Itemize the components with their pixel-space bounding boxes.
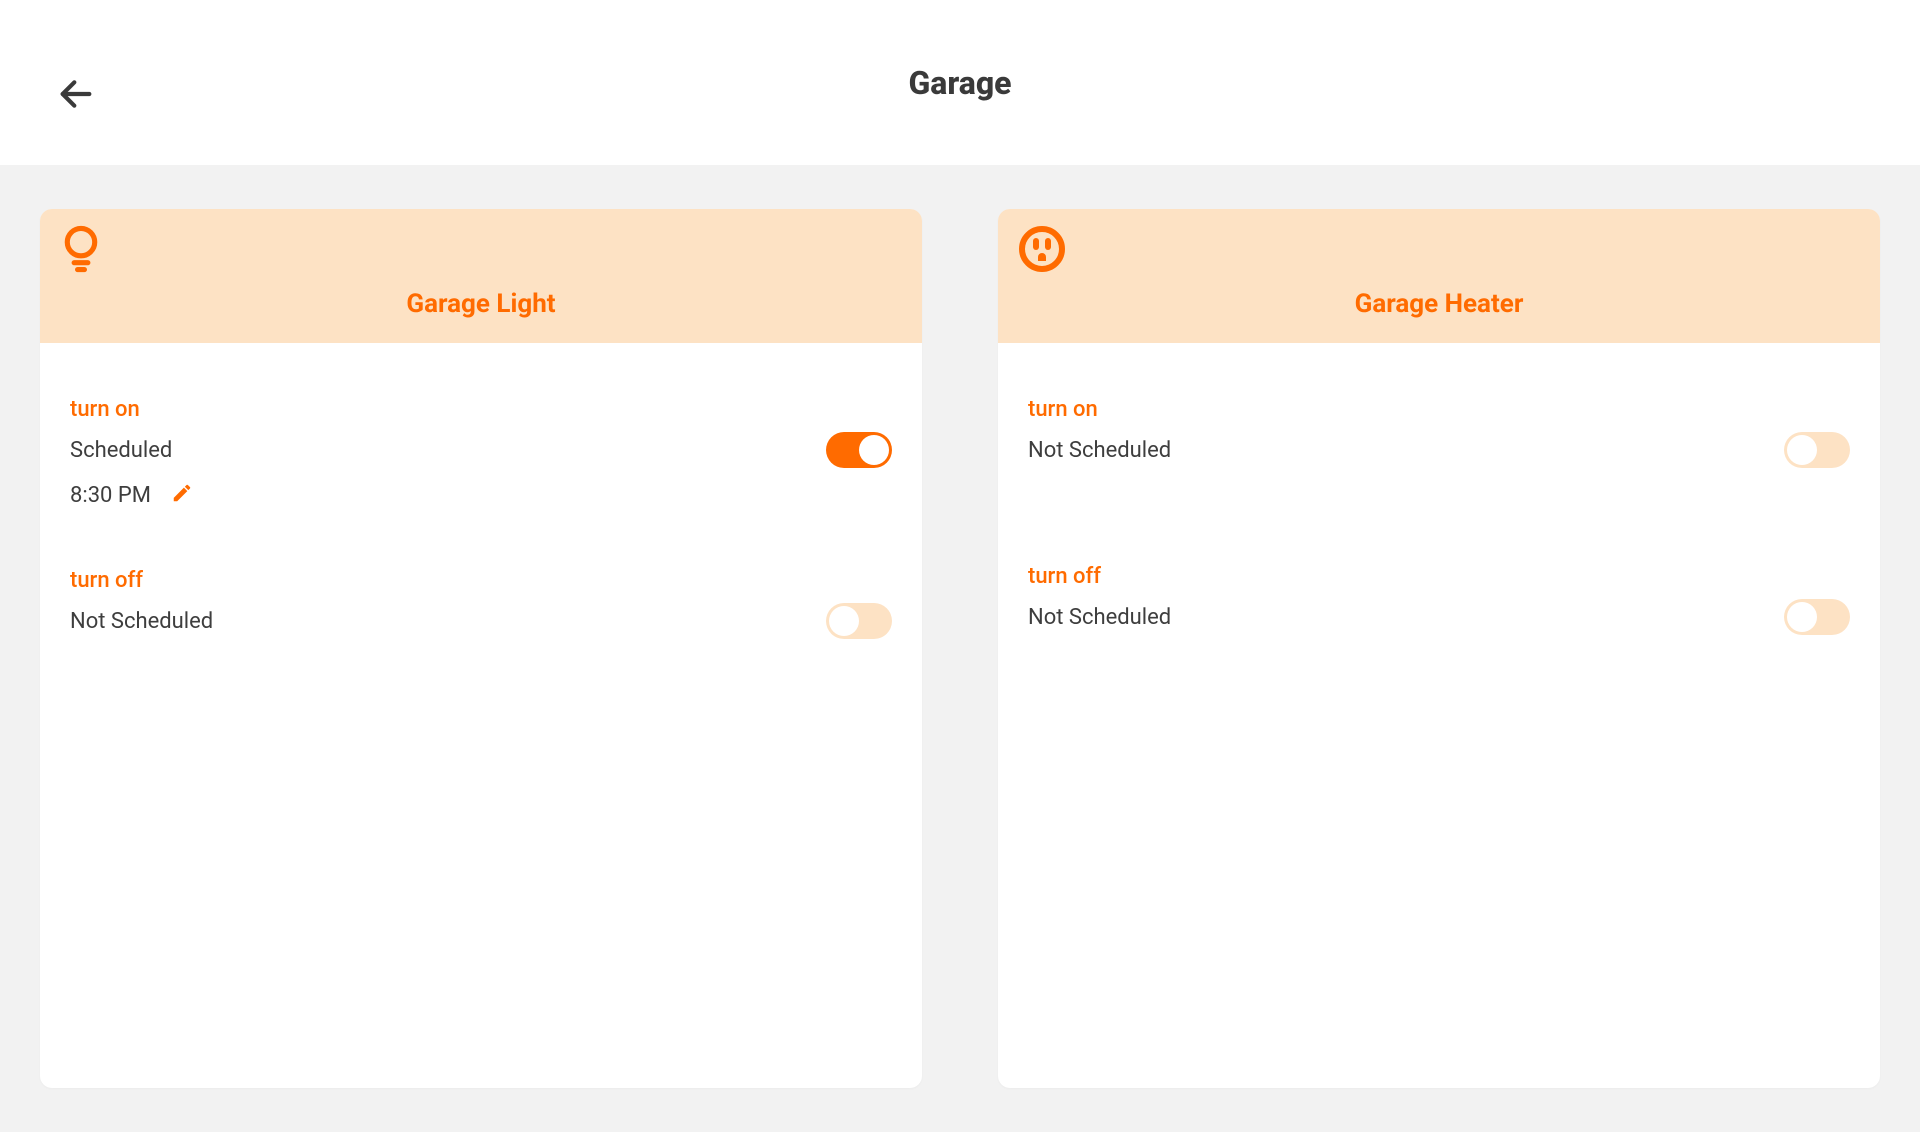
turn-off-label: turn off [1028,564,1850,589]
turn-off-block: turn off Not Scheduled [1028,564,1850,635]
turn-on-status: Scheduled [70,438,172,463]
device-card-garage-light: Garage Light turn on Scheduled 8:30 PM [40,209,922,1088]
device-card-garage-heater: Garage Heater turn on Not Scheduled turn… [998,209,1880,1088]
toggle-thumb [1787,435,1817,465]
turn-off-toggle[interactable] [1784,599,1850,635]
turn-on-label: turn on [70,397,892,422]
turn-on-status: Not Scheduled [1028,438,1171,463]
turn-on-toggle[interactable] [826,432,892,468]
turn-off-label: turn off [70,568,892,593]
card-header: Garage Heater [998,209,1880,343]
edit-time-button[interactable] [171,482,193,508]
turn-on-label: turn on [1028,397,1850,422]
toggle-thumb [859,435,889,465]
card-body: turn on Scheduled 8:30 PM [40,343,922,729]
page-title: Garage [908,64,1011,102]
turn-on-time: 8:30 PM [70,483,151,508]
outlet-icon [1018,258,1066,277]
header: Garage [0,0,1920,165]
turn-on-block: turn on Scheduled 8:30 PM [70,397,892,508]
card-header: Garage Light [40,209,922,343]
back-button[interactable] [52,70,100,118]
turn-on-block: turn on Not Scheduled [1028,397,1850,468]
pencil-icon [171,482,193,504]
device-name: Garage Light [60,289,902,319]
turn-off-block: turn off Not Scheduled [70,568,892,639]
lightbulb-icon [60,258,102,277]
turn-off-status: Not Scheduled [1028,605,1171,630]
toggle-thumb [829,606,859,636]
card-body: turn on Not Scheduled turn off Not Sched… [998,343,1880,725]
device-name: Garage Heater [1018,289,1860,319]
turn-off-toggle[interactable] [826,603,892,639]
turn-on-toggle[interactable] [1784,432,1850,468]
turn-off-status: Not Scheduled [70,609,213,634]
arrow-left-icon [56,74,96,114]
toggle-thumb [1787,602,1817,632]
turn-on-time-row: 8:30 PM [70,482,892,508]
content-area: Garage Light turn on Scheduled 8:30 PM [0,165,1920,1132]
